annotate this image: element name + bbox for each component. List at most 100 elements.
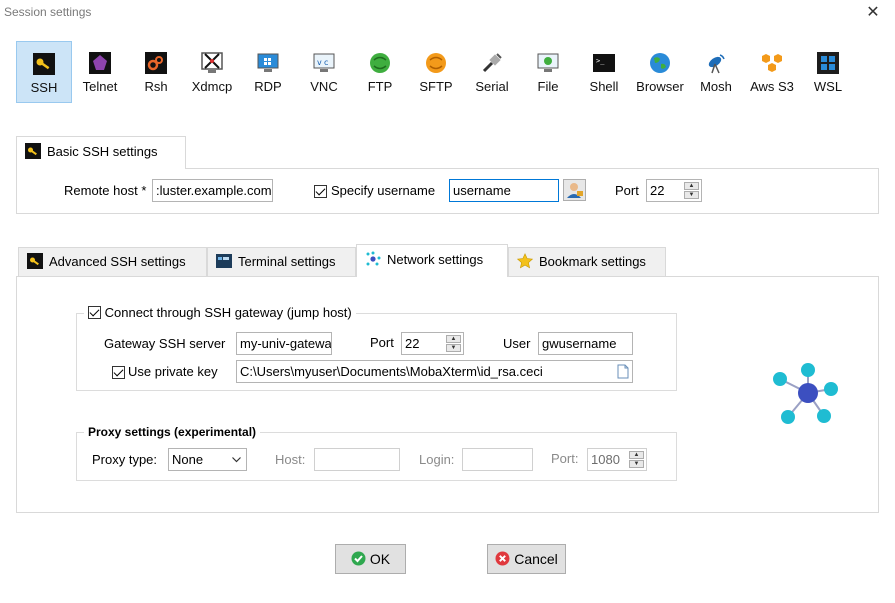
spin-down-icon[interactable]: ▼ — [629, 460, 644, 468]
gateway-user-label: User — [503, 336, 531, 351]
shell-icon: >_ — [593, 54, 615, 72]
svg-text:>_: >_ — [596, 57, 605, 65]
specify-username-checkbox[interactable] — [314, 184, 327, 199]
tab-basic-ssh-settings[interactable]: Basic SSH settings — [16, 136, 186, 169]
proxy-type-label: Proxy type: — [92, 452, 158, 467]
port-label: Port — [615, 183, 639, 198]
protocol-label: VNC — [310, 79, 338, 94]
protocol-xdmcp[interactable]: Xdmcp — [184, 41, 240, 103]
protocol-label: Mosh — [700, 79, 732, 94]
network-illustration-icon — [773, 363, 838, 424]
close-button[interactable]: ✕ — [860, 2, 886, 24]
proxy-type-select[interactable]: None — [168, 448, 247, 471]
private-key-label: Use private key — [128, 364, 218, 379]
protocol-label: WSL — [813, 79, 843, 94]
tab-label: Network settings — [387, 252, 484, 267]
protocol-label: RDP — [254, 79, 282, 94]
protocol-serial[interactable]: Serial — [464, 41, 520, 103]
cancel-button[interactable]: Cancel — [487, 544, 566, 574]
proxy-host-input[interactable] — [314, 448, 400, 471]
protocol-aws-s3[interactable]: Aws S3 — [744, 41, 800, 103]
tab-advanced-ssh-settings[interactable]: Advanced SSH settings — [18, 247, 207, 276]
ok-label: OK — [369, 551, 391, 567]
protocol-label: Xdmcp — [191, 79, 233, 94]
proxy-port-stepper[interactable]: 1080 ▲ ▼ — [587, 448, 647, 471]
chevron-down-icon — [232, 457, 241, 463]
protocol-telnet[interactable]: Telnet — [72, 41, 128, 103]
svg-text:c: c — [324, 58, 328, 67]
ssh-key-icon — [33, 53, 55, 75]
username-input[interactable]: username — [449, 179, 559, 202]
mosh-icon — [708, 54, 725, 74]
star-icon — [516, 253, 534, 269]
telnet-icon — [89, 52, 111, 74]
protocol-label: SFTP — [419, 79, 453, 94]
xdmcp-icon — [201, 52, 223, 73]
port-stepper[interactable]: 22 ▲ ▼ — [646, 179, 702, 202]
remote-host-label: Remote host * — [64, 183, 147, 198]
tab-label: Basic SSH settings — [47, 144, 158, 159]
gateway-checkbox[interactable] — [88, 305, 101, 320]
vnc-icon: vc — [313, 53, 335, 72]
proxy-login-label: Login: — [419, 452, 455, 467]
aws-s3-icon — [762, 54, 782, 72]
protocol-label: Serial — [475, 79, 509, 94]
rdp-icon — [257, 53, 279, 72]
protocol-browser[interactable]: Browser — [632, 41, 688, 103]
gateway-port-value: 22 — [405, 336, 420, 351]
spin-down-icon[interactable]: ▼ — [684, 191, 699, 199]
remote-host-input[interactable]: :luster.example.com — [152, 179, 273, 202]
spin-down-icon[interactable]: ▼ — [446, 344, 461, 352]
wrench-key-icon — [27, 253, 43, 269]
user-icon — [567, 183, 583, 198]
tab-bookmark-settings[interactable]: Bookmark settings — [508, 247, 666, 276]
private-key-path-value: C:\Users\myuser\Documents\MobaXterm\id_r… — [240, 364, 543, 379]
protocol-label: File — [537, 79, 559, 94]
protocol-label: Rsh — [144, 79, 168, 94]
protocol-ftp[interactable]: FTP — [352, 41, 408, 103]
wsl-icon — [817, 52, 839, 74]
gateway-checkbox-label: Connect through SSH gateway (jump host) — [104, 305, 352, 320]
private-key-checkbox[interactable] — [112, 365, 125, 380]
ssh-key-icon — [25, 143, 41, 159]
browse-file-icon[interactable] — [617, 364, 629, 379]
protocol-mosh[interactable]: Mosh — [688, 41, 744, 103]
proxy-port-label: Port: — [551, 451, 579, 466]
svg-text:v: v — [317, 58, 322, 67]
file-icon — [537, 53, 559, 72]
sftp-icon — [426, 53, 446, 73]
protocol-label: Browser — [636, 79, 684, 94]
browser-icon — [650, 53, 670, 73]
close-icon: ✕ — [866, 4, 880, 21]
spin-up-icon[interactable]: ▲ — [629, 451, 644, 459]
protocol-sftp[interactable]: SFTP — [408, 41, 464, 103]
private-key-path-input[interactable]: C:\Users\myuser\Documents\MobaXterm\id_r… — [236, 360, 633, 383]
tab-terminal-settings[interactable]: Terminal settings — [207, 247, 356, 276]
gateway-server-input[interactable]: my-univ-gatewa — [236, 332, 332, 355]
proxy-port-value: 1080 — [591, 452, 620, 467]
user-picker-button[interactable] — [563, 179, 586, 201]
protocol-label: Telnet — [82, 79, 118, 94]
protocol-ssh[interactable]: SSH — [16, 41, 72, 103]
protocol-file[interactable]: File — [520, 41, 576, 103]
gateway-group-header: Connect through SSH gateway (jump host) — [84, 305, 356, 320]
proxy-group-label: Proxy settings (experimental) — [84, 425, 261, 439]
protocol-shell[interactable]: >_ Shell — [576, 41, 632, 103]
spin-up-icon[interactable]: ▲ — [684, 182, 699, 190]
protocol-label: SSH — [30, 80, 58, 95]
proxy-login-input[interactable] — [462, 448, 533, 471]
protocol-vnc[interactable]: vc VNC — [296, 41, 352, 103]
protocol-label: Aws S3 — [750, 79, 794, 94]
protocol-rsh[interactable]: Rsh — [128, 41, 184, 103]
gateway-port-stepper[interactable]: 22 ▲ ▼ — [401, 332, 464, 355]
ok-button[interactable]: OK — [335, 544, 406, 574]
spin-up-icon[interactable]: ▲ — [446, 335, 461, 343]
protocol-wsl[interactable]: WSL — [800, 41, 856, 103]
gateway-user-input[interactable]: gwusername — [538, 332, 633, 355]
serial-icon — [482, 53, 502, 73]
tab-network-settings[interactable]: Network settings — [356, 244, 508, 277]
tab-label: Bookmark settings — [539, 254, 646, 269]
window-title: Session settings — [4, 5, 92, 19]
cancel-icon — [495, 551, 510, 566]
protocol-rdp[interactable]: RDP — [240, 41, 296, 103]
